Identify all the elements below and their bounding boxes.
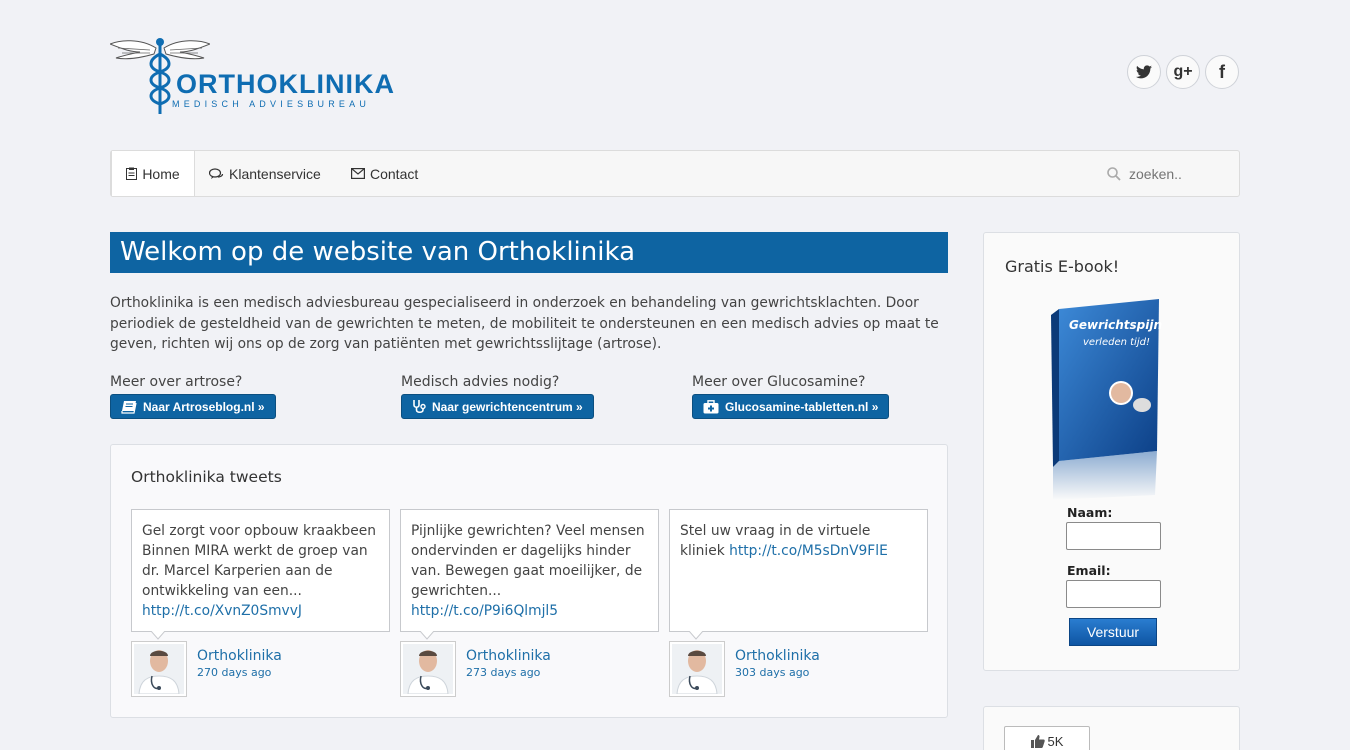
brand-tagline: MEDISCH ADVIESBUREAU [172, 99, 371, 109]
like-button[interactable]: 5K [1004, 726, 1090, 750]
thumbs-up-icon [1030, 734, 1045, 748]
gewrichtencentrum-button[interactable]: Naar gewrichtencentrum » [401, 394, 594, 419]
search-box[interactable] [1107, 161, 1227, 187]
tweet-pointer [689, 631, 703, 640]
avatar[interactable] [400, 641, 456, 697]
artroseblog-button[interactable]: Naar Artroseblog.nl » [110, 394, 276, 419]
tweet-author[interactable]: Orthoklinika [466, 648, 551, 664]
avatar[interactable] [131, 641, 187, 697]
email-label: Email: [1067, 563, 1111, 578]
comments-icon [209, 167, 224, 179]
clipboard-icon [126, 167, 138, 180]
book-icon [121, 400, 137, 414]
doctor-avatar-icon [403, 644, 453, 695]
tweet-time[interactable]: 273 days ago [466, 666, 540, 679]
artroseblog-button-label: Naar Artroseblog.nl » [143, 399, 265, 414]
twitter-icon [1136, 65, 1152, 79]
cta-label-glucosamine: Meer over Glucosamine? [692, 374, 866, 390]
tweet-card: Pijnlijke gewrichten? Veel mensen onderv… [400, 509, 659, 632]
tweet-text: Pijnlijke gewrichten? Veel mensen onderv… [411, 523, 645, 599]
doctor-avatar-icon [672, 644, 722, 695]
brand-name: ORTHOKLINIKA [176, 69, 395, 99]
logo[interactable]: ORTHOKLINIKA MEDISCH ADVIESBUREAU [110, 36, 395, 116]
ebook-cover-image[interactable]: Gewrichtspijn verleden tijd! [1049, 295, 1164, 500]
nav-home-label: Home [142, 165, 180, 182]
envelope-icon [351, 168, 365, 179]
search-icon [1107, 167, 1121, 181]
name-label: Naam: [1067, 505, 1113, 520]
tweet-link[interactable]: http://t.co/M5sDnV9FlE [729, 543, 888, 559]
tweet-card: Gel zorgt voor opbouw kraakbeen Binnen M… [131, 509, 390, 632]
page-title: Welkom op de website van Orthoklinika [110, 232, 948, 273]
cta-label-advies: Medisch advies nodig? [401, 374, 560, 390]
like-panel: 5K [983, 706, 1240, 750]
nav-klantenservice[interactable]: Klantenservice [209, 151, 321, 196]
ebook-title: Gratis E-book! [1005, 257, 1120, 276]
google-plus-button[interactable]: g+ [1166, 55, 1200, 89]
twitter-button[interactable] [1127, 55, 1161, 89]
intro-text: Orthoklinika is een medisch adviesbureau… [110, 295, 939, 352]
tweet-pointer [420, 631, 434, 640]
ebook-cover-title-1: Gewrichtspijn [1069, 318, 1162, 332]
tweet-link[interactable]: http://t.co/XvnZ0SmvvJ [142, 603, 302, 619]
avatar[interactable] [669, 641, 725, 697]
tweet-author[interactable]: Orthoklinika [735, 648, 820, 664]
tweets-panel: Orthoklinika tweets Gel zorgt voor opbou… [110, 444, 948, 718]
ebook-cover-title-2: verleden tijd! [1083, 337, 1150, 348]
tweets-title: Orthoklinika tweets [131, 468, 282, 486]
email-input[interactable] [1066, 580, 1161, 608]
medkit-icon [703, 399, 719, 413]
nav-contact-label: Contact [370, 165, 419, 182]
like-count: 5K [1047, 733, 1064, 749]
ebook-panel: Gratis E-book! Gewrichtspijn verleden ti… [983, 232, 1240, 671]
doctor-avatar-icon [134, 644, 184, 695]
main-navbar: Home Klantenservice Contact [110, 150, 1240, 197]
cta-label-artrose: Meer over artrose? [110, 374, 243, 390]
glucosamine-button[interactable]: Glucosamine-tabletten.nl » [692, 394, 890, 419]
google-plus-icon: g+ [1173, 63, 1193, 80]
gewrichtencentrum-button-label: Naar gewrichtencentrum » [432, 399, 583, 414]
tweet-text: Gel zorgt voor opbouw kraakbeen Binnen M… [142, 523, 377, 599]
submit-button[interactable]: Verstuur [1069, 618, 1157, 646]
name-input[interactable] [1066, 522, 1161, 550]
facebook-icon: f [1219, 61, 1225, 82]
nav-klantenservice-label: Klantenservice [229, 165, 321, 182]
tweet-time[interactable]: 270 days ago [197, 666, 271, 679]
search-input[interactable] [1129, 166, 1219, 182]
tweet-pointer [151, 631, 165, 640]
tweet-link[interactable]: http://t.co/P9i6Qlmjl5 [411, 603, 558, 619]
facebook-button[interactable]: f [1205, 55, 1239, 89]
nav-contact[interactable]: Contact [351, 151, 418, 196]
stethoscope-icon [413, 400, 426, 414]
tweet-card: Stel uw vraag in de virtuele kliniek htt… [669, 509, 928, 632]
tweet-author[interactable]: Orthoklinika [197, 648, 282, 664]
glucosamine-button-label: Glucosamine-tabletten.nl » [725, 399, 879, 414]
nav-home[interactable]: Home [111, 151, 195, 196]
tweet-time[interactable]: 303 days ago [735, 666, 809, 679]
